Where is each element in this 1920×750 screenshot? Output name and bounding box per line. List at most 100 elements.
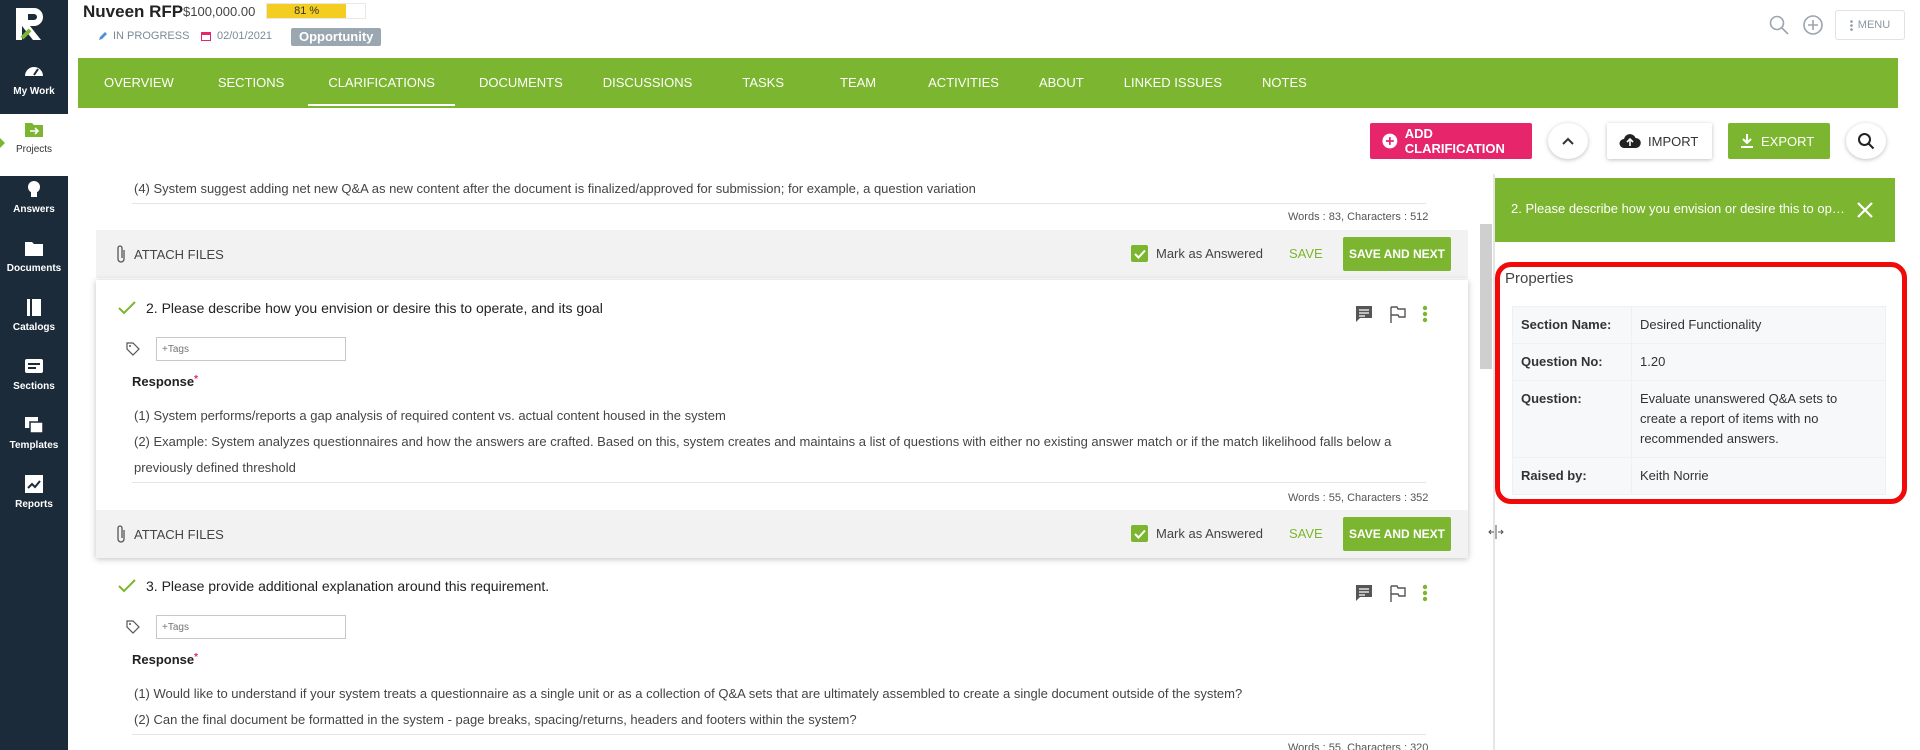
word-count: Words : 55, Characters : 352 — [1288, 492, 1429, 504]
sidebar-item-catalogs[interactable]: Catalogs — [0, 292, 68, 348]
property-value: 1.20 — [1631, 343, 1886, 381]
comment-icon[interactable] — [1354, 304, 1374, 324]
mark-as-answered-checkbox[interactable]: Mark as Answered — [1131, 525, 1263, 542]
required-marker: * — [194, 374, 199, 385]
content-scrollbar[interactable] — [1480, 224, 1492, 369]
tab-tasks[interactable]: TASKS — [722, 58, 804, 108]
property-value: Keith Norrie — [1631, 457, 1886, 495]
close-icon[interactable] — [1855, 200, 1875, 220]
response-label-text: Response — [132, 374, 195, 389]
save-and-next-button[interactable]: SAVE AND NEXT — [1343, 237, 1451, 271]
response-text-line[interactable]: previously defined threshold — [134, 460, 296, 475]
question-title[interactable]: 2. Please describe how you envision or d… — [118, 300, 603, 316]
property-value: Evaluate unanswered Q&A sets to create a… — [1631, 380, 1886, 458]
search-clarifications-button[interactable] — [1846, 123, 1886, 159]
sidebar-item-templates[interactable]: Templates — [0, 410, 68, 466]
divider — [132, 482, 1426, 483]
save-button[interactable]: SAVE — [1289, 526, 1323, 541]
sidebar-item-sections[interactable]: Sections — [0, 351, 68, 407]
properties-title: Properties — [1505, 270, 1574, 287]
panel-splitter — [1493, 174, 1495, 750]
response-label-text: Response — [132, 652, 195, 667]
mark-as-answered-checkbox[interactable]: Mark as Answered — [1131, 245, 1263, 262]
more-vertical-icon — [1849, 19, 1853, 31]
sidebar-item-label: Projects — [15, 144, 53, 155]
tab-documents[interactable]: DOCUMENTS — [459, 58, 583, 108]
tab-linked-issues[interactable]: LINKED ISSUES — [1104, 58, 1242, 108]
flag-icon[interactable] — [1388, 583, 1408, 603]
detail-panel-header: 2. Please describe how you envision or d… — [1495, 178, 1895, 242]
property-key: Question No: — [1512, 343, 1632, 381]
flag-icon[interactable] — [1388, 304, 1408, 324]
attach-files-button[interactable]: ATTACH FILES — [116, 524, 224, 544]
tag-icon — [126, 620, 140, 634]
tab-sections[interactable]: SECTIONS — [198, 58, 304, 108]
tab-team[interactable]: TEAM — [820, 58, 896, 108]
left-sidebar: My Work Projects Answers Documents Catal… — [0, 0, 68, 750]
chevron-up-icon — [1562, 137, 1574, 145]
word-count: Words : 83, Characters : 512 — [1288, 211, 1429, 223]
sidebar-item-label: Catalogs — [12, 322, 56, 333]
more-vertical-icon[interactable] — [1422, 584, 1428, 602]
tab-discussions[interactable]: DISCUSSIONS — [583, 58, 713, 108]
sidebar-item-label: Documents — [6, 263, 62, 274]
calendar-icon — [201, 32, 211, 41]
cloud-upload-icon — [1619, 134, 1641, 148]
add-clarification-button[interactable]: ADD CLARIFICATION — [1370, 123, 1532, 159]
checkmark-icon — [118, 579, 136, 593]
response-text-line[interactable]: (1) Would like to understand if your sys… — [134, 686, 1242, 701]
templates-icon — [23, 414, 45, 436]
menu-button[interactable]: MENU — [1835, 10, 1905, 40]
tab-activities[interactable]: ACTIVITIES — [908, 58, 1019, 108]
collapse-up-button[interactable] — [1548, 123, 1588, 159]
tab-about[interactable]: ABOUT — [1019, 58, 1104, 108]
tag-row — [126, 337, 346, 361]
tags-input[interactable] — [156, 337, 346, 361]
table-row: Question No: 1.20 — [1512, 343, 1886, 381]
due-date[interactable]: 02/01/2021 — [201, 30, 272, 42]
question-title[interactable]: 3. Please provide additional explanation… — [118, 578, 549, 594]
property-key: Raised by: — [1512, 457, 1632, 495]
sidebar-item-projects[interactable]: Projects — [0, 114, 68, 176]
plus-circle-icon — [1382, 133, 1398, 149]
resize-handle-icon[interactable] — [1488, 524, 1504, 540]
question-title-text: 3. Please provide additional explanation… — [146, 578, 550, 594]
paperclip-icon — [117, 525, 125, 543]
opportunity-badge: Opportunity — [291, 28, 382, 46]
export-label: EXPORT — [1761, 133, 1815, 149]
tab-notes[interactable]: NOTES — [1242, 58, 1327, 108]
tags-input[interactable] — [156, 615, 346, 639]
app-logo[interactable] — [16, 4, 48, 44]
progress-fill: 81 % — [267, 4, 347, 18]
tab-overview[interactable]: OVERVIEW — [84, 58, 194, 108]
attach-files-label: ATTACH FILES — [134, 246, 224, 262]
comment-icon[interactable] — [1354, 583, 1374, 603]
table-row: Raised by: Keith Norrie — [1512, 457, 1886, 495]
save-and-next-button[interactable]: SAVE AND NEXT — [1343, 517, 1451, 551]
dashboard-icon — [23, 60, 45, 82]
more-vertical-icon[interactable] — [1422, 305, 1428, 323]
project-header: Nuveen RFP $100,000.00 81 % IN PROGRESS … — [68, 0, 1920, 48]
progress-bar: 81 % — [266, 3, 366, 19]
question-title-text: 2. Please describe how you envision or d… — [146, 300, 603, 316]
export-button[interactable]: EXPORT — [1728, 123, 1830, 159]
tab-clarifications[interactable]: CLARIFICATIONS — [308, 58, 455, 108]
sidebar-item-reports[interactable]: Reports — [0, 469, 68, 525]
sidebar-item-documents[interactable]: Documents — [0, 233, 68, 289]
attach-files-label: ATTACH FILES — [134, 526, 224, 542]
response-text-line[interactable]: (2) Can the final document be formatted … — [134, 712, 857, 727]
sidebar-item-answers[interactable]: Answers — [0, 174, 68, 230]
status-indicator[interactable]: IN PROGRESS — [98, 30, 189, 42]
search-icon[interactable] — [1768, 14, 1790, 36]
sections-icon — [23, 355, 45, 377]
sidebar-item-my-work[interactable]: My Work — [0, 56, 68, 112]
attach-files-button[interactable]: ATTACH FILES — [116, 244, 224, 264]
required-marker: * — [194, 652, 199, 663]
response-text-line[interactable]: (2) Example: System analyzes questionnai… — [134, 434, 1391, 449]
response-text-line[interactable]: (1) System performs/reports a gap analys… — [134, 408, 726, 423]
add-circle-icon[interactable] — [1802, 14, 1824, 36]
mark-as-answered-label: Mark as Answered — [1156, 526, 1263, 541]
import-button[interactable]: IMPORT — [1607, 123, 1712, 159]
save-button[interactable]: SAVE — [1289, 246, 1323, 261]
folder-icon — [23, 237, 45, 259]
